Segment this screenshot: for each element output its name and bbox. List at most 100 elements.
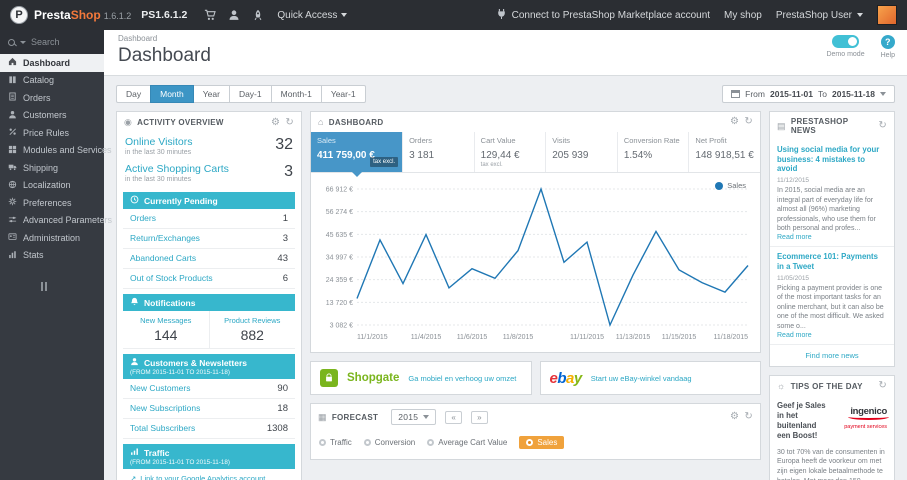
x-tick-label: 11/6/2015	[457, 334, 488, 341]
sidebar-item-customers[interactable]: Customers	[0, 107, 104, 125]
quick-access-menu[interactable]: Quick Access	[277, 10, 348, 21]
abandoned-carts-row[interactable]: Abandoned Carts 43	[123, 249, 295, 269]
shop-name[interactable]: PS1.6.1.2	[141, 9, 187, 21]
filter-day-1-button[interactable]: Day-1	[228, 85, 272, 103]
modules-icon	[8, 145, 17, 156]
sidebar-item-advanced-parameters[interactable]: Advanced Parameters	[0, 212, 112, 230]
demo-mode-toggle[interactable]: Demo mode	[826, 35, 865, 59]
date-filter-bar: Day Month Year Day-1 Month-1 Year-1 From…	[104, 76, 907, 111]
sidebar-item-label: Modules and Services	[23, 145, 112, 156]
filter-year-1-button[interactable]: Year-1	[320, 85, 366, 103]
panel-refresh-icon[interactable]: ↻	[744, 412, 753, 422]
kpi-value: 205 939	[552, 150, 589, 161]
topbar-icons	[199, 0, 269, 30]
user-avatar[interactable]	[877, 5, 897, 25]
forecast-legend-average-cart-value[interactable]: Average Cart Value	[427, 438, 507, 447]
breadcrumb[interactable]: Dashboard	[118, 34, 893, 43]
forecast-legend-conversion[interactable]: Conversion	[363, 438, 416, 447]
forecast-year-select[interactable]: 2015	[391, 409, 437, 425]
kpi-cart-value[interactable]: Cart Value 129,44 € tax excl.	[475, 132, 547, 172]
kpi-visits[interactable]: Visits 205 939	[546, 132, 618, 172]
shopgate-promo[interactable]: Shopgate Ga mobiel en verhoog uw omzet	[310, 361, 532, 395]
panel-refresh-icon[interactable]: ↻	[878, 381, 887, 391]
chart-legend[interactable]: Sales	[715, 181, 746, 190]
sidebar-item-administration[interactable]: Administration	[0, 229, 104, 247]
rocket-icon[interactable]	[247, 0, 269, 30]
shipping-icon	[8, 162, 17, 173]
sidebar-item-dashboard[interactable]: Dashboard	[0, 54, 104, 72]
user-menu[interactable]: PrestaShop User	[776, 10, 863, 21]
search-input[interactable]	[31, 37, 87, 47]
employee-icon[interactable]	[223, 0, 245, 30]
forecast-legend-sales[interactable]: Sales	[519, 436, 565, 449]
sidebar-item-preferences[interactable]: Preferences	[0, 194, 104, 212]
kpi-row: Sales 411 759,00 € tax excl. Orders 3 18…	[311, 132, 760, 177]
from-label: From	[745, 89, 765, 99]
new-subscriptions-row[interactable]: New Subscriptions 18	[123, 399, 295, 419]
panel-refresh-icon[interactable]: ↻	[878, 121, 887, 131]
pending-returns-row[interactable]: Return/Exchanges 3	[123, 229, 295, 249]
row-value: 3	[282, 233, 288, 244]
shopgate-cta-link[interactable]: Ga mobiel en verhoog uw omzet	[408, 374, 516, 383]
sidebar-item-shipping[interactable]: Shipping	[0, 159, 104, 177]
help-icon[interactable]: ?	[880, 35, 895, 49]
kpi-label: Cart Value	[480, 136, 516, 145]
read-more-link[interactable]: Read more	[777, 234, 887, 241]
online-visitors-link[interactable]: Online Visitors	[125, 136, 193, 148]
google-analytics-link[interactable]: ↗ Link to your Google Analytics account	[123, 469, 295, 480]
find-more-news-link[interactable]: Find more news	[770, 345, 894, 366]
sidebar-item-orders[interactable]: Orders	[0, 89, 104, 107]
new-customers-row[interactable]: New Customers 90	[123, 379, 295, 399]
filter-day-button[interactable]: Day	[116, 85, 152, 103]
row-value: 43	[277, 253, 288, 264]
sidebar-search[interactable]	[0, 30, 104, 54]
sidebar-item-catalog[interactable]: Catalog	[0, 72, 104, 90]
date-range-picker[interactable]: From 2015-11-01 To 2015-11-18	[722, 85, 895, 103]
legend-label: Conversion	[374, 438, 416, 447]
forecast-prev-button[interactable]: «	[445, 410, 463, 424]
filter-month-1-button[interactable]: Month-1	[270, 85, 322, 103]
sidebar-item-modules-services[interactable]: Modules and Services	[0, 142, 112, 160]
sales-line-chart[interactable]: 3 082 € 13 720 € 24 359 € 34 997 € 45 635 € 5…	[315, 177, 756, 347]
news-headline-link[interactable]: Using social media for your business: 4 …	[777, 145, 887, 174]
kpi-conversion-rate[interactable]: Conversion Rate 1.54%	[618, 132, 690, 172]
toggle-on-icon[interactable]	[832, 35, 860, 48]
ebay-cta-link[interactable]: Start uw eBay-winkel vandaag	[591, 374, 692, 383]
filter-month-button[interactable]: Month	[150, 85, 194, 103]
x-tick-label: 11/1/2015	[357, 334, 388, 341]
news-headline-link[interactable]: Ecommerce 101: Payments in a Tweet	[777, 252, 887, 271]
total-subscribers-row[interactable]: Total Subscribers 1308	[123, 419, 295, 439]
sidebar-collapse-button[interactable]	[40, 278, 104, 296]
panel-refresh-icon[interactable]: ↻	[285, 117, 294, 128]
forecast-next-button[interactable]: »	[471, 410, 488, 424]
prestashop-logo[interactable]: P	[10, 6, 28, 24]
radio-icon	[427, 439, 435, 446]
new-messages-cell[interactable]: New Messages 144	[123, 311, 209, 348]
active-carts-link[interactable]: Active Shopping Carts	[125, 163, 229, 175]
customers-newsletters-header: Customers & Newsletters (FROM 2015-11-01…	[123, 354, 295, 379]
pending-orders-row[interactable]: Orders 1	[123, 209, 295, 229]
forecast-legend-traffic[interactable]: Traffic	[319, 438, 352, 447]
filter-year-button[interactable]: Year	[192, 85, 230, 103]
x-tick-label: 11/4/2015	[411, 334, 442, 341]
cart-icon[interactable]	[199, 0, 221, 30]
help-button[interactable]: ? Help	[881, 35, 895, 59]
panel-settings-icon[interactable]: ⚙	[730, 117, 739, 127]
sidebar-item-stats[interactable]: Stats	[0, 247, 104, 265]
sidebar-item-price-rules[interactable]: Price Rules	[0, 124, 104, 142]
kpi-orders[interactable]: Orders 3 181	[403, 132, 475, 172]
panel-settings-icon[interactable]: ⚙	[730, 412, 739, 422]
kpi-net-profit[interactable]: Net Profit 148 918,51 €	[689, 132, 760, 172]
panel-settings-icon[interactable]: ⚙	[271, 117, 280, 128]
kpi-sales[interactable]: Sales 411 759,00 € tax excl.	[311, 132, 404, 177]
sidebar-item-localization[interactable]: Localization	[0, 177, 104, 195]
caret-down-icon	[857, 13, 863, 17]
ebay-promo[interactable]: ebay Start uw eBay-winkel vandaag	[539, 361, 761, 395]
panel-refresh-icon[interactable]: ↻	[744, 117, 753, 127]
my-shop-link[interactable]: My shop	[724, 10, 762, 21]
out-of-stock-row[interactable]: Out of Stock Products 6	[123, 269, 295, 289]
marketplace-link[interactable]: Connect to PrestaShop Marketplace accoun…	[496, 8, 710, 22]
product-reviews-cell[interactable]: Product Reviews 882	[208, 311, 296, 348]
read-more-link[interactable]: Read more	[777, 332, 887, 339]
shopgate-logo-icon	[320, 369, 338, 387]
